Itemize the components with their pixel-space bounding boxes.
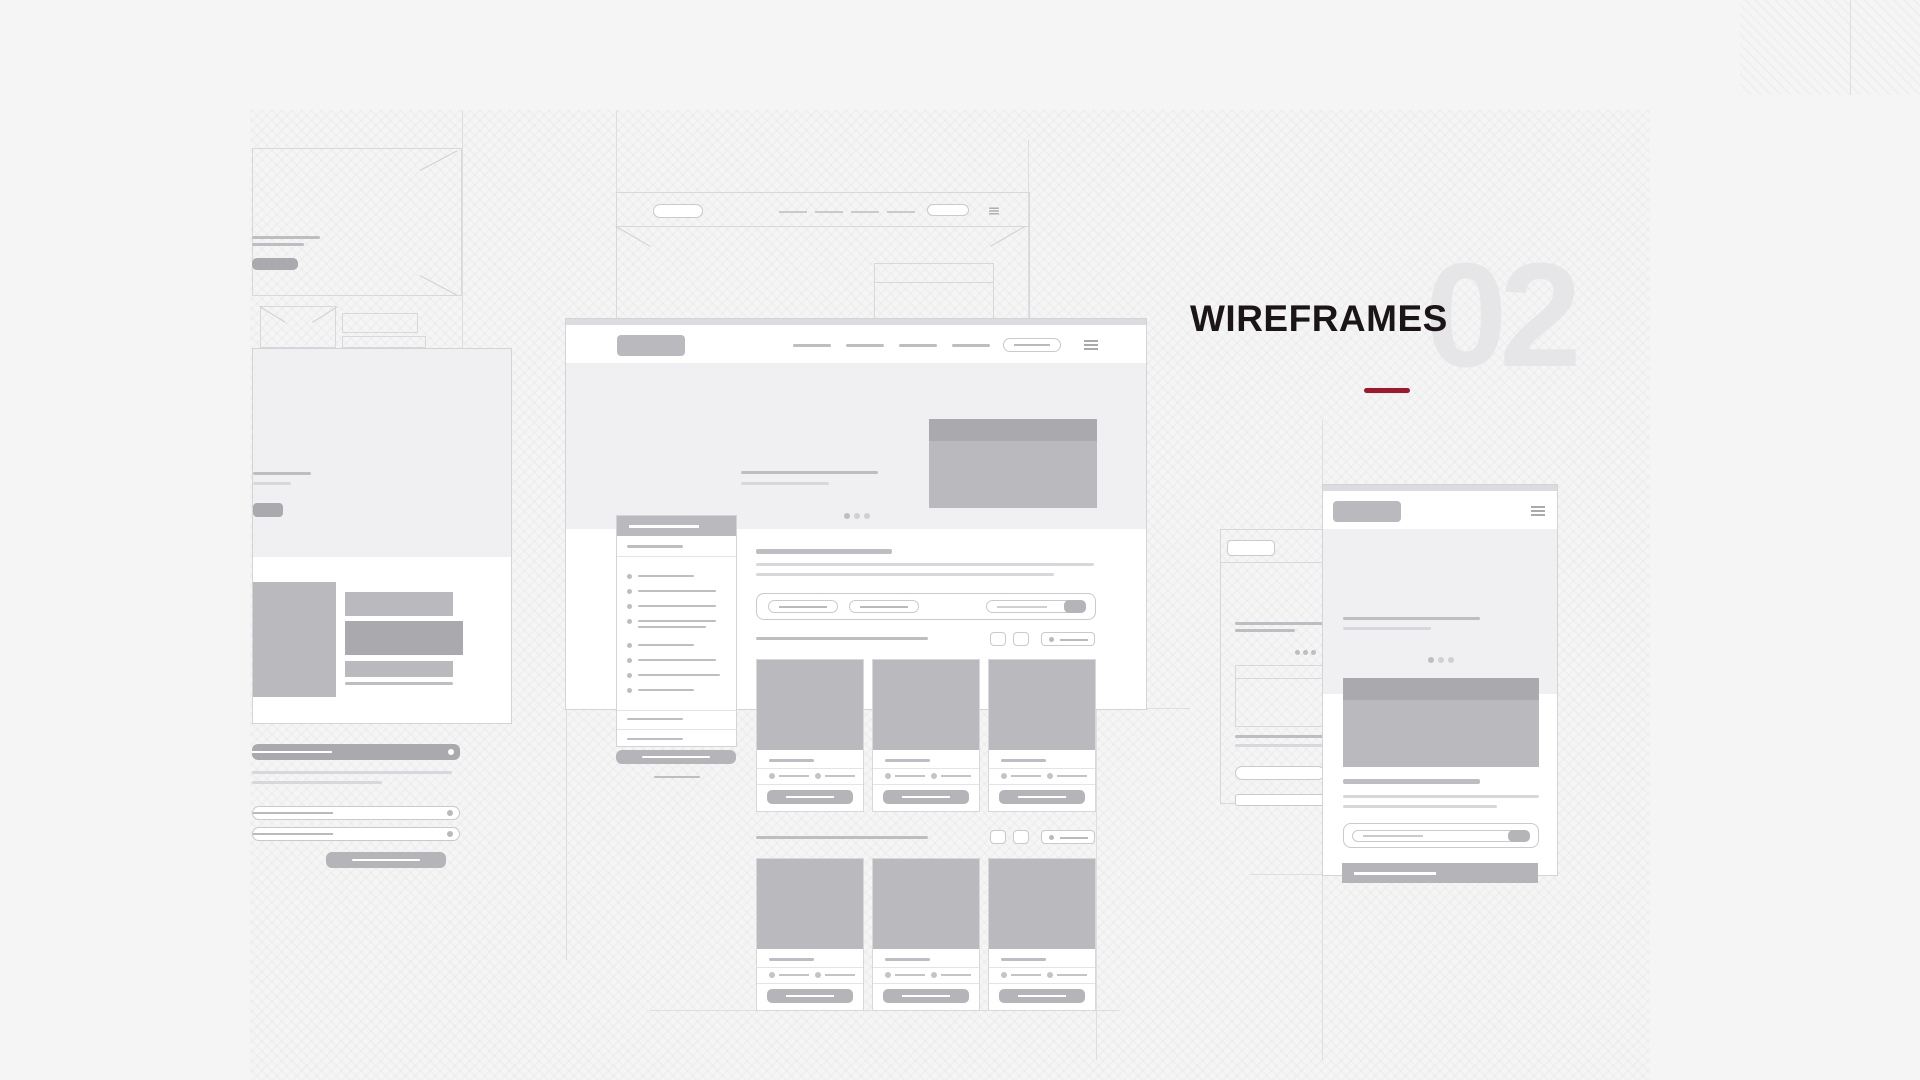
carousel-dot bbox=[864, 513, 870, 519]
product-card bbox=[988, 858, 1096, 1011]
hero-button bbox=[253, 503, 283, 517]
guide-line bbox=[566, 710, 567, 960]
carousel-dot bbox=[1428, 657, 1434, 663]
top-strip bbox=[566, 319, 1146, 325]
mobile-bottom-bar bbox=[1342, 863, 1538, 883]
corner-pattern bbox=[1740, 0, 1920, 95]
hero-sub-line bbox=[741, 482, 829, 485]
product-card bbox=[988, 659, 1096, 812]
sidebar-button bbox=[616, 750, 736, 764]
filter-bar bbox=[756, 593, 1096, 620]
view-toggle bbox=[990, 632, 1006, 646]
hero-image bbox=[929, 419, 1097, 508]
listing-desc bbox=[756, 573, 1054, 576]
ghost-button bbox=[252, 258, 298, 270]
hero-sub-line bbox=[253, 482, 291, 485]
left-ghost-header bbox=[252, 148, 462, 296]
mobile-desc-line bbox=[1343, 795, 1539, 798]
product-card bbox=[756, 858, 864, 1011]
content-line bbox=[345, 682, 453, 685]
listing-desc bbox=[756, 563, 1094, 566]
content-block bbox=[345, 621, 463, 655]
menu-icon bbox=[1084, 340, 1098, 350]
accordion-row bbox=[252, 806, 460, 820]
product-card bbox=[872, 858, 980, 1011]
nav-item bbox=[846, 344, 884, 347]
content-image bbox=[253, 582, 336, 697]
mobile-image bbox=[1343, 678, 1539, 767]
sort-select bbox=[1041, 830, 1095, 844]
left-artboard bbox=[252, 348, 512, 724]
nav-item bbox=[899, 344, 937, 347]
accordion-bar bbox=[252, 744, 460, 760]
ghost-box bbox=[342, 336, 426, 348]
hero-heading-line bbox=[1343, 617, 1480, 620]
section-header: 02 WIREFRAMES bbox=[1190, 242, 1610, 410]
ghost-line bbox=[252, 236, 320, 239]
filter-sidebar bbox=[616, 515, 737, 747]
logo-placeholder bbox=[617, 335, 685, 356]
listing-title bbox=[756, 549, 892, 554]
ghost-line bbox=[252, 781, 382, 784]
hero-heading-line bbox=[741, 471, 878, 474]
section-heading bbox=[756, 836, 928, 839]
carousel-dot bbox=[854, 513, 860, 519]
hero-heading-line bbox=[253, 472, 311, 475]
mobile-title-line bbox=[1343, 779, 1480, 784]
content-block bbox=[345, 592, 453, 616]
product-card bbox=[872, 659, 980, 812]
carousel-dot bbox=[1448, 657, 1454, 663]
ghost-line bbox=[252, 771, 452, 774]
hero-sub-line bbox=[1343, 627, 1431, 630]
content-block bbox=[345, 661, 453, 677]
left-hero bbox=[253, 349, 511, 557]
ghost-box bbox=[874, 263, 994, 323]
view-toggle bbox=[1013, 830, 1029, 844]
mobile-ghost bbox=[1220, 529, 1325, 806]
mobile-logo bbox=[1333, 501, 1401, 522]
sort-select bbox=[1041, 632, 1095, 646]
ghost-line bbox=[252, 243, 304, 246]
mobile-menu-icon bbox=[1531, 506, 1545, 516]
nav-item bbox=[793, 344, 831, 347]
view-toggle bbox=[1013, 632, 1029, 646]
carousel-dot bbox=[1438, 657, 1444, 663]
section-title: WIREFRAMES bbox=[1190, 298, 1448, 339]
mobile-search bbox=[1343, 823, 1539, 848]
ghost-button bbox=[326, 852, 446, 868]
accent-underline bbox=[1364, 388, 1410, 393]
guide-line bbox=[1850, 0, 1851, 95]
product-card bbox=[756, 659, 864, 812]
nav-item bbox=[952, 344, 990, 347]
guide-line bbox=[462, 110, 463, 350]
mobile-hero bbox=[1323, 529, 1557, 694]
ghost-box bbox=[342, 313, 418, 333]
section-heading bbox=[756, 637, 928, 640]
mobile-desc-line bbox=[1343, 805, 1497, 808]
mobile-artboard bbox=[1322, 484, 1558, 876]
guide-line bbox=[1096, 700, 1097, 1060]
carousel-dot bbox=[844, 513, 850, 519]
view-toggle bbox=[990, 830, 1006, 844]
ghost-line bbox=[654, 776, 700, 778]
nav-cta bbox=[1003, 338, 1061, 352]
accordion-row bbox=[252, 827, 460, 841]
